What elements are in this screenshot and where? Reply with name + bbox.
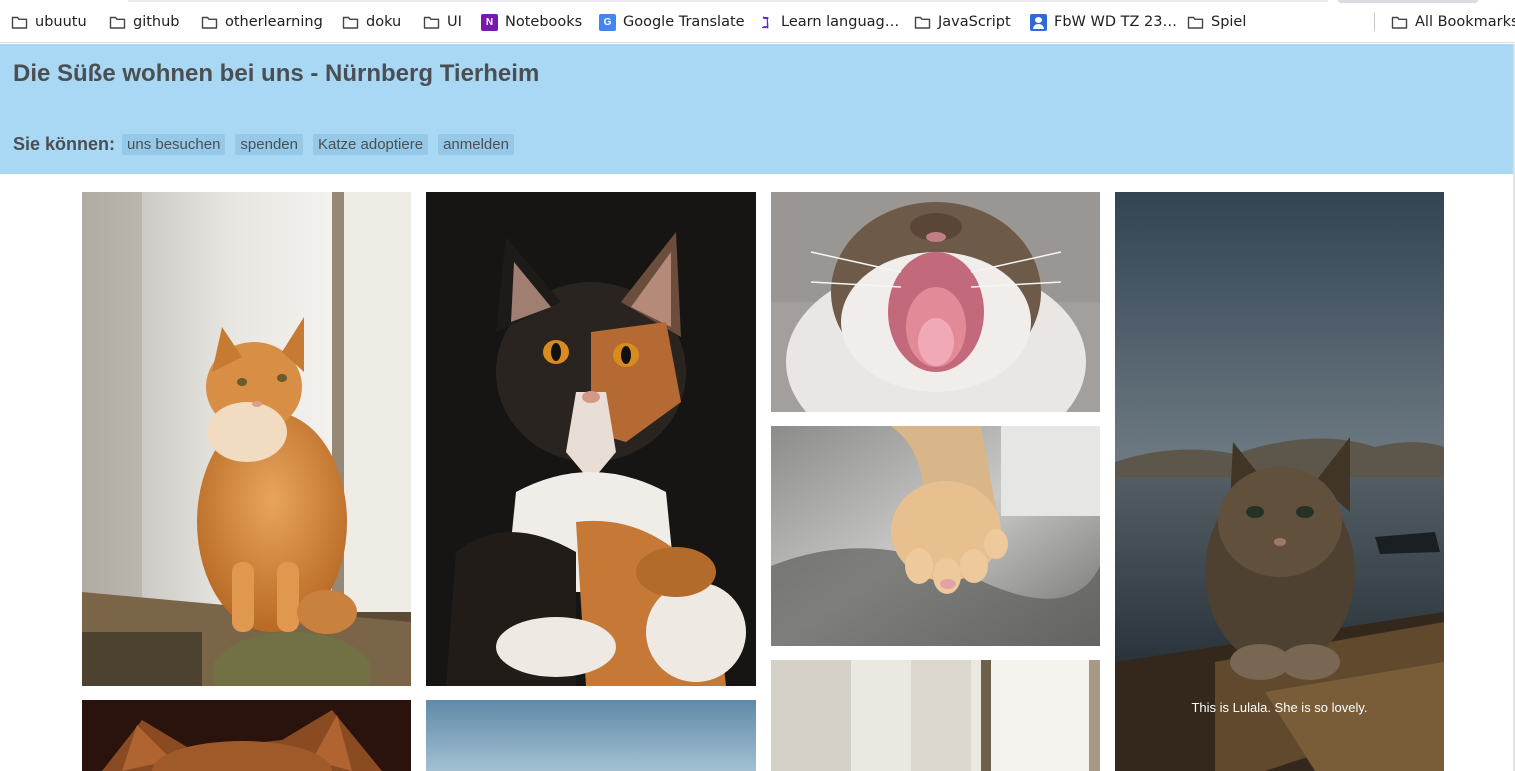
bookmark-label: Spiel <box>1211 14 1247 30</box>
bookmark-label: JavaScript <box>938 14 1011 30</box>
onenote-icon: N <box>481 13 498 31</box>
cat-photo-window-blur[interactable] <box>771 660 1100 771</box>
bookmark-label: doku <box>366 14 402 30</box>
cat-photo-lulala[interactable]: This is Lulala. She is so lovely. <box>1115 192 1444 771</box>
folder-icon <box>11 14 28 31</box>
bookmark-javascript[interactable]: JavaScript <box>914 11 1011 33</box>
bookmark-fbw[interactable]: FbW WD TZ 23… <box>1030 11 1177 33</box>
google-translate-icon: G <box>599 13 616 31</box>
nav-link-adopt[interactable]: Katze adoptiere <box>312 134 429 155</box>
nav-link-visit[interactable]: uns besuchen <box>122 134 226 155</box>
page-title: Die Süße wohnen bei uns - Nürnberg Tierh… <box>13 60 540 87</box>
bookmark-github[interactable]: github <box>109 11 180 33</box>
folder-icon <box>109 14 126 31</box>
bookmark-label: FbW WD TZ 23… <box>1054 14 1177 30</box>
cat-photo-yawning[interactable] <box>771 192 1100 412</box>
cat-photo-calico-kitten[interactable] <box>426 192 756 686</box>
cat-photo-tabby-partial[interactable] <box>82 700 411 771</box>
bookmark-ui[interactable]: UI <box>423 11 462 33</box>
bookmark-notebooks[interactable]: N Notebooks <box>481 11 582 33</box>
folder-icon <box>201 14 218 31</box>
bookmarks-divider <box>1374 13 1375 31</box>
learn-languages-icon: ℷ <box>761 12 770 32</box>
cat-photo-paw[interactable] <box>771 426 1100 646</box>
bookmark-label: github <box>133 14 180 30</box>
tab-strip-edge-right <box>1338 0 1478 3</box>
folder-icon <box>342 14 359 31</box>
cat-photo-sky-partial[interactable] <box>426 700 756 771</box>
bookmark-spiel[interactable]: Spiel <box>1187 11 1246 33</box>
profile-icon <box>1030 13 1047 31</box>
bookmark-label: Learn languag… <box>781 14 900 30</box>
page-header: Die Süße wohnen bei uns - Nürnberg Tierh… <box>0 44 1513 174</box>
bookmark-otherlearning[interactable]: otherlearning <box>201 11 323 33</box>
tab-strip-edge <box>128 0 1328 2</box>
bookmarks-bar: ubuutu github otherlearning doku UI N No… <box>0 0 1515 43</box>
nav-label: Sie können: <box>13 134 116 154</box>
bookmark-label: Notebooks <box>505 14 583 30</box>
bookmark-doku[interactable]: doku <box>342 11 401 33</box>
photo-caption: This is Lulala. She is so lovely. <box>1191 700 1368 715</box>
cat-gallery: This is Lulala. She is so lovely. <box>0 174 1513 771</box>
folder-icon <box>1187 14 1204 31</box>
nav-link-donate[interactable]: spenden <box>235 134 303 155</box>
bookmark-label: UI <box>447 14 462 30</box>
bookmark-learn-languages[interactable]: ℷ Learn languag… <box>757 11 900 33</box>
nav-link-register[interactable]: anmelden <box>438 134 514 155</box>
bookmark-label: Google Translate <box>623 14 745 30</box>
bookmark-ubuutu[interactable]: ubuutu <box>11 11 87 33</box>
bookmark-google-translate[interactable]: G Google Translate <box>599 11 745 33</box>
bookmark-label: All Bookmarks <box>1415 14 1515 30</box>
bookmark-label: ubuutu <box>35 14 87 30</box>
cat-photo-orange-window[interactable] <box>82 192 411 686</box>
main-nav: Sie können: uns besuchen spenden Katze a… <box>13 134 524 155</box>
folder-icon <box>423 14 440 31</box>
bookmark-all-bookmarks[interactable]: All Bookmarks <box>1391 11 1515 33</box>
folder-icon <box>914 14 931 31</box>
folder-icon <box>1391 14 1408 31</box>
bookmark-label: otherlearning <box>225 14 323 30</box>
